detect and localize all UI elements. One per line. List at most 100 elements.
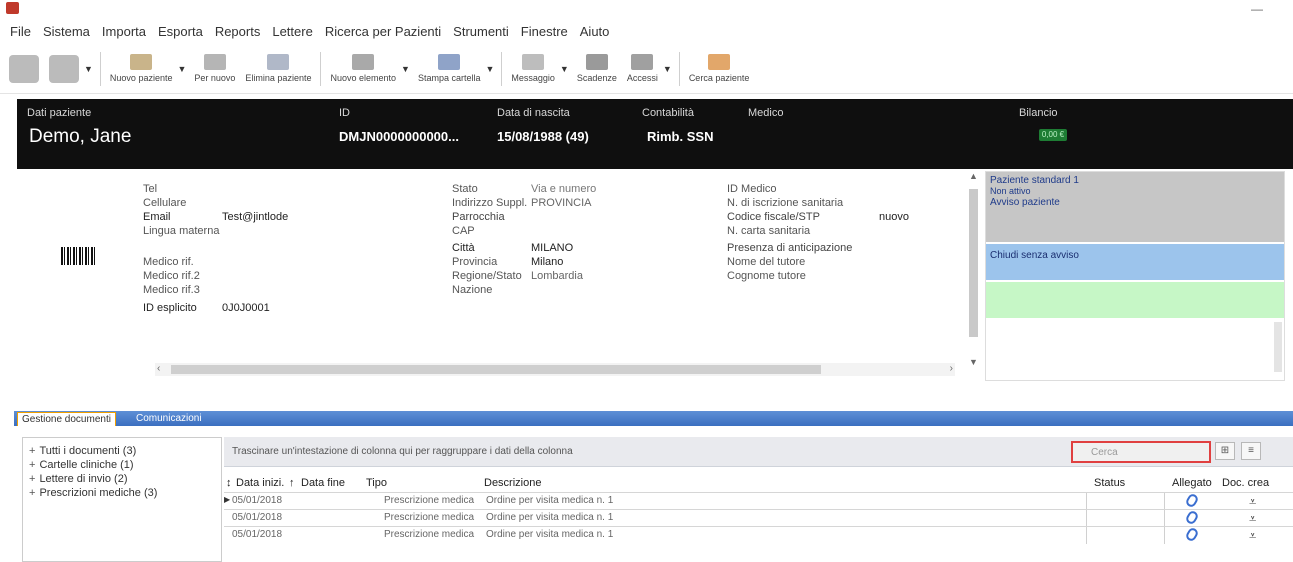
- per-new-button[interactable]: Per nuovo: [189, 46, 240, 92]
- col-doc-created[interactable]: Doc. crea: [1222, 477, 1269, 489]
- patient-header: Dati paziente Demo, Jane ID DMJN00000000…: [17, 99, 1293, 169]
- sort-icon: ↕: [226, 477, 232, 489]
- group-by-bar: Trascinare un'intestazione di colonna qu…: [224, 437, 1293, 467]
- search-patient-button[interactable]: Cerca paziente: [684, 46, 755, 92]
- patients-button[interactable]: [44, 46, 84, 92]
- toolbar-divider: [501, 51, 503, 86]
- alert-line: Non attivo: [990, 186, 1031, 196]
- column-divider: [1164, 527, 1165, 544]
- attachment-icon[interactable]: [1184, 509, 1200, 526]
- options-button[interactable]: ≡: [1241, 442, 1261, 460]
- tree-item-label: Prescrizioni mediche (3): [39, 487, 158, 499]
- col-type[interactable]: Tipo: [366, 477, 387, 489]
- chevron-down-icon[interactable]: ▼: [177, 64, 189, 74]
- scrollbar-thumb[interactable]: [969, 189, 978, 337]
- menu-finestre[interactable]: Finestre: [515, 24, 574, 39]
- col-status[interactable]: Status: [1094, 477, 1125, 489]
- cell-description: Ordine per visita medica n. 1: [486, 495, 614, 506]
- scroll-right-icon[interactable]: ›: [950, 363, 953, 374]
- filter-button[interactable]: ⊞: [1215, 442, 1235, 460]
- new-patient-icon: [130, 54, 153, 70]
- balance-label: Bilancio: [1019, 107, 1058, 119]
- detail-label: Stato: [452, 183, 478, 195]
- tree-item[interactable]: + Prescrizioni mediche (3): [29, 487, 157, 499]
- street-value: Via e numero: [531, 183, 597, 195]
- col-date-start[interactable]: Data inizi.: [236, 477, 284, 489]
- cell-date-start: 05/01/2018: [232, 495, 283, 506]
- column-divider: [1086, 527, 1087, 544]
- cell-description: Ordine per visita medica n. 1: [486, 529, 614, 540]
- city-value: MILANO: [531, 242, 574, 254]
- tree-item[interactable]: + Tutti i documenti (3): [29, 445, 136, 457]
- scroll-down-icon[interactable]: ▼: [969, 357, 978, 367]
- print-record-button[interactable]: Stampa cartella: [413, 46, 486, 92]
- new-element-icon: [352, 54, 375, 70]
- deadlines-button[interactable]: Scadenze: [572, 46, 622, 92]
- new-patient-button[interactable]: Nuovo paziente: [105, 46, 178, 92]
- col-attachment[interactable]: Allegato: [1172, 477, 1212, 489]
- table-row[interactable]: ▶ 05/01/2018 Prescrizione medica Ordine …: [224, 492, 1293, 510]
- patient-id: DMJN0000000000...: [339, 129, 459, 144]
- detail-label: Lingua materna: [143, 225, 220, 237]
- menu-esporta[interactable]: Esporta: [152, 24, 209, 39]
- table-row[interactable]: 05/01/2018 Prescrizione medica Ordine pe…: [224, 526, 1293, 544]
- detail-label: Provincia: [452, 256, 498, 268]
- menu-aiuto[interactable]: Aiuto: [574, 24, 616, 39]
- col-date-end[interactable]: Data fine: [301, 477, 345, 489]
- menu-ricerca[interactable]: Ricerca per Pazienti: [319, 24, 447, 39]
- toolbar: ▼ Nuovo paziente ▼ Per nuovo Elimina paz…: [0, 44, 1293, 94]
- document-icon[interactable]: ⩡: [1249, 528, 1256, 544]
- attachment-icon[interactable]: [1184, 526, 1200, 543]
- menu-importa[interactable]: Importa: [96, 24, 152, 39]
- alert-line: Chiudi senza avviso: [990, 250, 1079, 261]
- alerts-scrollbar[interactable]: [1274, 322, 1282, 372]
- new-element-label: Nuovo elemento: [330, 73, 397, 83]
- doctor-label: Medico: [748, 107, 784, 119]
- attachment-icon[interactable]: [1184, 492, 1200, 509]
- horizontal-scrollbar[interactable]: ‹ ›: [155, 363, 955, 376]
- document-icon[interactable]: ⩡: [1249, 494, 1256, 510]
- alert-line: Paziente standard 1: [990, 175, 1079, 186]
- home-button[interactable]: [4, 46, 44, 92]
- tree-item[interactable]: + Cartelle cliniche (1): [29, 459, 134, 471]
- menu-file[interactable]: File: [4, 24, 37, 39]
- menu-lettere[interactable]: Lettere: [266, 24, 318, 39]
- chevron-down-icon[interactable]: ▼: [560, 64, 572, 74]
- chevron-down-icon[interactable]: ▼: [84, 64, 96, 74]
- tab-document-management[interactable]: Gestione documenti: [17, 412, 116, 426]
- tree-bullet-icon: +: [29, 445, 36, 457]
- table-row[interactable]: 05/01/2018 Prescrizione medica Ordine pe…: [224, 509, 1293, 527]
- chevron-down-icon[interactable]: ▼: [401, 64, 413, 74]
- scrollbar-thumb[interactable]: [171, 365, 821, 374]
- scroll-left-icon[interactable]: ‹: [157, 363, 160, 374]
- detail-label: ID esplicito: [143, 302, 197, 314]
- access-button[interactable]: Accessi: [622, 46, 663, 92]
- delete-patient-button[interactable]: Elimina paziente: [240, 46, 316, 92]
- scroll-up-icon[interactable]: ▲: [969, 171, 978, 181]
- menu-strumenti[interactable]: Strumenti: [447, 24, 515, 39]
- patient-name: Demo, Jane: [29, 126, 132, 147]
- minimize-icon[interactable]: —: [1251, 2, 1263, 16]
- vertical-scrollbar[interactable]: ▲ ▼: [965, 171, 983, 371]
- email-value[interactable]: Test@jintlode: [222, 211, 288, 223]
- cell-description: Ordine per visita medica n. 1: [486, 512, 614, 523]
- tab-communications[interactable]: Comunicazioni: [132, 412, 206, 426]
- delete-patient-icon: [267, 54, 290, 70]
- document-icon[interactable]: ⩡: [1249, 511, 1256, 527]
- new-patient-label: Nuovo paziente: [109, 73, 173, 83]
- tree-item-label: Cartelle cliniche (1): [39, 459, 134, 471]
- alerts-blue-block[interactable]: Chiudi senza avviso: [986, 244, 1284, 280]
- message-button[interactable]: Messaggio: [506, 46, 560, 92]
- chevron-down-icon[interactable]: ▼: [485, 64, 497, 74]
- col-description[interactable]: Descrizione: [484, 477, 541, 489]
- menu-sistema[interactable]: Sistema: [37, 24, 96, 39]
- accounting-label: Contabilità: [642, 107, 694, 119]
- search-input[interactable]: Cerca: [1071, 441, 1211, 463]
- birth-date-label: Data di nascita: [497, 107, 570, 119]
- tree-item[interactable]: + Lettere di invio (2): [29, 473, 127, 485]
- access-label: Accessi: [626, 73, 658, 83]
- column-divider: [1086, 493, 1087, 510]
- chevron-down-icon[interactable]: ▼: [663, 64, 675, 74]
- new-element-button[interactable]: Nuovo elemento: [325, 46, 401, 92]
- menu-reports[interactable]: Reports: [209, 24, 267, 39]
